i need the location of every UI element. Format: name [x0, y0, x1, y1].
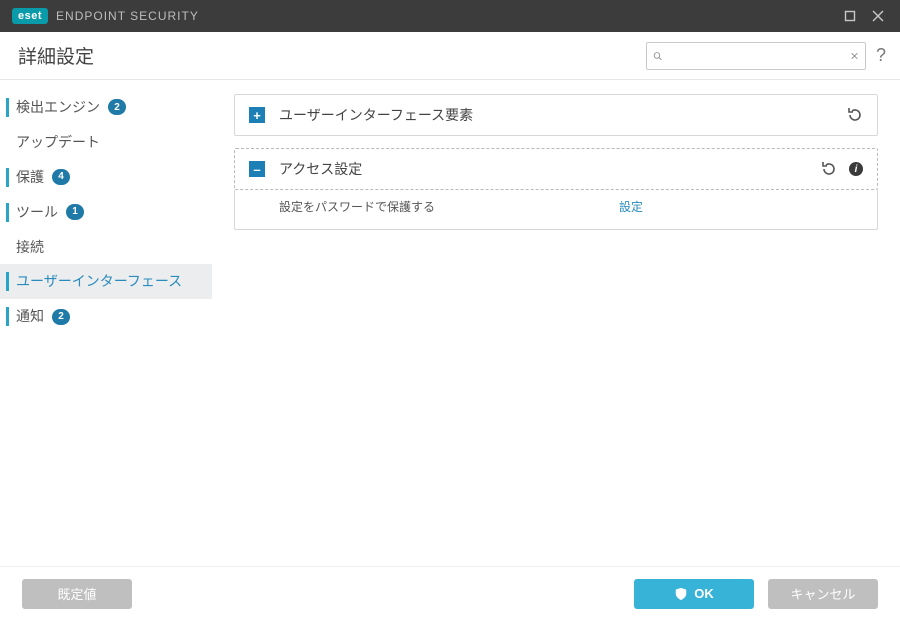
panel-access-body: 設定をパスワードで保護する 設定 — [234, 190, 878, 230]
expand-icon: + — [249, 107, 265, 123]
sidebar-item-user-interface[interactable]: ユーザーインターフェース — [0, 264, 212, 299]
search-box[interactable] — [646, 42, 866, 70]
panel-access-settings-header[interactable]: – アクセス設定 i — [235, 149, 877, 189]
footer: 既定値 OK キャンセル — [0, 566, 900, 620]
sidebar-badge: 2 — [52, 309, 70, 325]
help-button[interactable]: ? — [876, 45, 886, 66]
window-maximize-button[interactable] — [836, 2, 864, 30]
sidebar: 検出エンジン 2 アップデート 保護 4 ツール 1 接続 ユーザーインターフェ… — [0, 80, 212, 566]
cancel-button[interactable]: キャンセル — [768, 579, 878, 609]
panel-ui-elements-header[interactable]: + ユーザーインターフェース要素 — [235, 95, 877, 135]
sidebar-badge: 4 — [52, 169, 70, 185]
sidebar-item-label: 接続 — [16, 238, 44, 257]
configure-link[interactable]: 設定 — [619, 198, 643, 215]
square-icon — [844, 10, 856, 22]
shield-icon — [674, 587, 688, 601]
titlebar: eset ENDPOINT SECURITY — [0, 0, 900, 32]
search-input[interactable] — [668, 48, 844, 63]
panel-ui-elements: + ユーザーインターフェース要素 — [234, 94, 878, 136]
sidebar-item-label: ユーザーインターフェース — [16, 272, 182, 291]
brand-badge: eset — [12, 8, 48, 24]
sidebar-item-label: アップデート — [16, 133, 100, 152]
protect-with-password-label: 設定をパスワードで保護する — [279, 198, 619, 215]
product-name: ENDPOINT SECURITY — [56, 9, 199, 23]
panel-title: ユーザーインターフェース要素 — [279, 105, 847, 125]
sidebar-item-tools[interactable]: ツール 1 — [0, 195, 212, 230]
sidebar-badge: 2 — [108, 99, 126, 115]
sidebar-item-connection[interactable]: 接続 — [0, 230, 212, 265]
header: 詳細設定 ? — [0, 32, 900, 80]
sidebar-item-label: 保護 — [16, 168, 44, 187]
defaults-button[interactable]: 既定値 — [22, 579, 132, 609]
close-icon — [872, 10, 884, 22]
ok-button[interactable]: OK — [634, 579, 754, 609]
revert-icon[interactable] — [821, 161, 837, 177]
accent-bar — [6, 272, 9, 291]
search-icon — [653, 49, 662, 63]
sidebar-item-notifications[interactable]: 通知 2 — [0, 299, 212, 334]
content-area: + ユーザーインターフェース要素 – アクセス設定 i 設定をパスワードで保護す… — [212, 80, 900, 566]
revert-icon[interactable] — [847, 107, 863, 123]
window-close-button[interactable] — [864, 2, 892, 30]
sidebar-item-label: 通知 — [16, 307, 44, 326]
sidebar-badge: 1 — [66, 204, 84, 220]
accent-bar — [6, 203, 9, 222]
accent-bar — [6, 168, 9, 187]
sidebar-item-label: ツール — [16, 203, 58, 222]
clear-search-icon[interactable] — [850, 49, 859, 63]
sidebar-item-update[interactable]: アップデート — [0, 125, 212, 160]
collapse-icon: – — [249, 161, 265, 177]
accent-bar — [6, 98, 9, 117]
panel-access-settings: – アクセス設定 i — [234, 148, 878, 190]
sidebar-item-label: 検出エンジン — [16, 98, 100, 117]
sidebar-item-protection[interactable]: 保護 4 — [0, 160, 212, 195]
accent-bar — [6, 307, 9, 326]
info-icon[interactable]: i — [849, 162, 863, 176]
page-title: 詳細設定 — [18, 42, 94, 69]
sidebar-item-detection-engine[interactable]: 検出エンジン 2 — [0, 90, 212, 125]
panel-title: アクセス設定 — [279, 159, 821, 179]
